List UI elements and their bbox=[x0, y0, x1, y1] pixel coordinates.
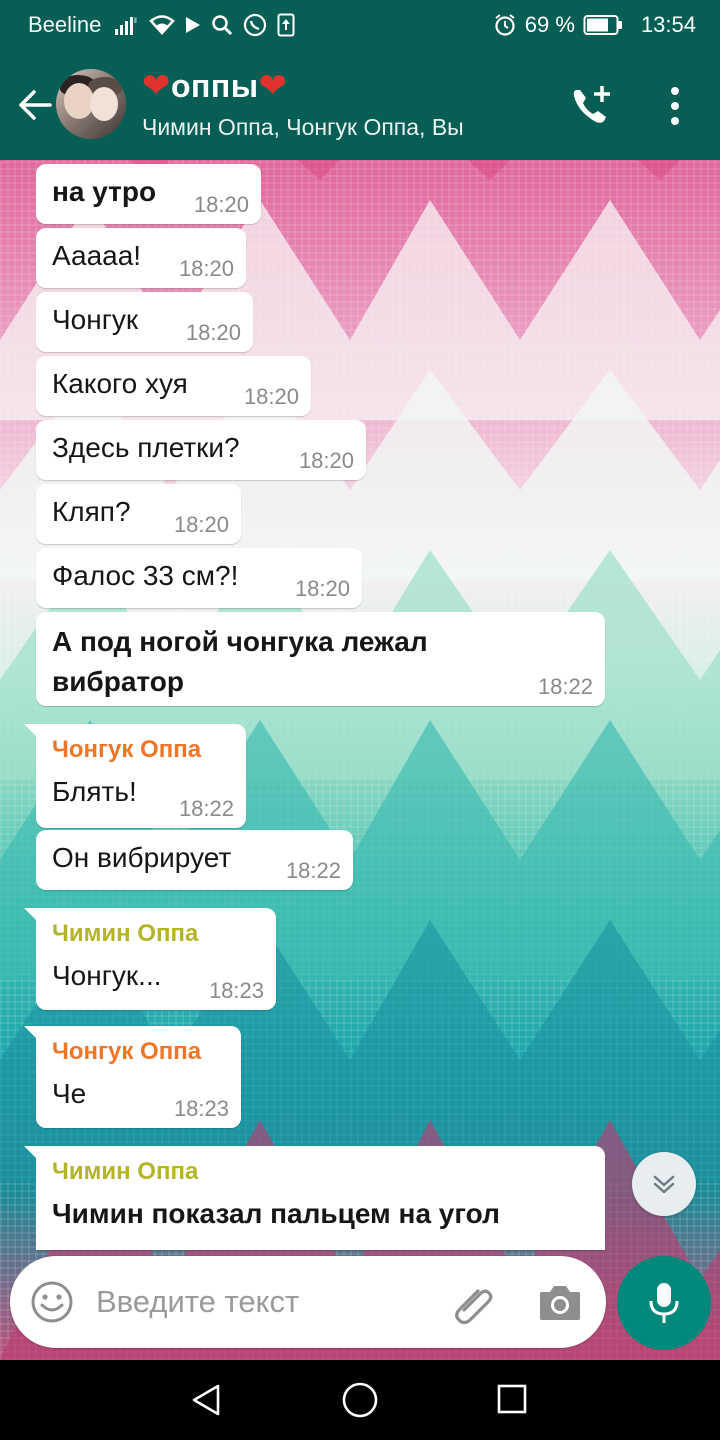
svg-text:‖: ‖ bbox=[134, 18, 137, 25]
message-time: 18:22 bbox=[285, 858, 341, 883]
emoji-icon[interactable] bbox=[30, 1280, 74, 1324]
sender-name[interactable]: Чонгук Оппа bbox=[52, 734, 230, 766]
message-time: 18:22 bbox=[537, 674, 593, 699]
message-text: Чимин показал пальцем на угол bbox=[52, 1198, 500, 1229]
search-icon bbox=[212, 15, 233, 36]
message-bubble[interactable]: Чимин Оппа Чимин показал пальцем на угол bbox=[24, 1146, 605, 1250]
message-bubble[interactable]: Чонгук 18:20 bbox=[36, 292, 253, 352]
message-time: 18:20 bbox=[178, 256, 234, 281]
add-call-icon[interactable] bbox=[566, 82, 616, 132]
bubble-tail bbox=[24, 1146, 38, 1160]
bubble-tail bbox=[24, 1026, 38, 1040]
message-time: 18:20 bbox=[294, 576, 350, 601]
alarm-icon bbox=[495, 14, 515, 36]
play-icon bbox=[186, 17, 201, 33]
sender-name[interactable]: Чонгук Оппа bbox=[52, 1036, 225, 1068]
status-time: 13:54 bbox=[640, 12, 696, 37]
heart-icon: ❤ bbox=[258, 67, 288, 105]
message-bubble[interactable]: Здесь плетки? 18:20 bbox=[36, 420, 366, 480]
nav-back-icon[interactable] bbox=[188, 1382, 224, 1418]
group-members[interactable]: Чимин Оппа, Чонгук Оппа, Вы bbox=[142, 114, 464, 141]
message-input[interactable]: Введите текст bbox=[96, 1284, 299, 1320]
group-title-text: оппы bbox=[171, 67, 259, 104]
sender-name[interactable]: Чимин Оппа bbox=[52, 1156, 589, 1188]
message-time: 18:23 bbox=[173, 1096, 229, 1121]
wifi-icon bbox=[149, 15, 176, 35]
sender-name[interactable]: Чимин Оппа bbox=[52, 918, 260, 950]
message-time: 18:20 bbox=[185, 320, 241, 345]
status-bar: Beeline ‖ 69 % 13:54 bbox=[0, 0, 720, 50]
message-bubble[interactable]: Кляп? 18:20 bbox=[36, 484, 241, 544]
nav-home-icon[interactable] bbox=[340, 1380, 380, 1420]
camera-icon[interactable] bbox=[538, 1282, 582, 1322]
upload-icon bbox=[277, 13, 295, 37]
message-bubble[interactable]: Ааааа! 18:20 bbox=[36, 228, 246, 288]
group-title[interactable]: ❤ оппы ❤ bbox=[142, 66, 288, 106]
message-bubble[interactable]: Чонгук Оппа Че 18:23 bbox=[24, 1026, 241, 1128]
whatsapp-icon bbox=[244, 13, 267, 37]
attach-icon[interactable] bbox=[450, 1280, 496, 1326]
message-bubble[interactable]: Чонгук Оппа Блять! 18:22 bbox=[24, 724, 246, 828]
double-chevron-down-icon bbox=[653, 1175, 675, 1194]
nav-recent-apps-icon[interactable] bbox=[496, 1383, 528, 1415]
signal-icon: ‖ bbox=[115, 17, 137, 35]
group-avatar[interactable] bbox=[56, 69, 126, 139]
message-time: 18:20 bbox=[298, 448, 354, 473]
message-bubble[interactable]: на утро 18:20 bbox=[36, 164, 261, 224]
message-time: 18:22 bbox=[178, 796, 234, 821]
bubble-tail bbox=[24, 724, 38, 738]
chat-header: ❤ оппы ❤ Чимин Оппа, Чонгук Оппа, Вы bbox=[0, 50, 720, 160]
message-time: 18:20 bbox=[173, 512, 229, 537]
bubble-tail bbox=[24, 908, 38, 922]
message-text: А под ногой чонгука лежал вибратор bbox=[52, 626, 428, 697]
message-time: 18:20 bbox=[193, 192, 249, 217]
message-bubble[interactable]: Чимин Оппа Чонгук... 18:23 bbox=[24, 908, 276, 1010]
battery-icon bbox=[583, 15, 622, 35]
system-nav-bar bbox=[0, 1360, 720, 1440]
heart-icon: ❤ bbox=[142, 67, 171, 105]
message-bubble[interactable]: А под ногой чонгука лежал вибратор 18:22 bbox=[36, 612, 605, 706]
message-input-bar[interactable]: Введите текст bbox=[10, 1256, 606, 1348]
back-arrow-icon[interactable] bbox=[14, 85, 54, 125]
message-time: 18:20 bbox=[243, 384, 299, 409]
message-bubble[interactable]: Фалос 33 см?! 18:20 bbox=[36, 548, 362, 608]
message-bubble[interactable]: Он вибрирует 18:22 bbox=[36, 830, 353, 890]
carrier-name: Beeline bbox=[28, 12, 102, 37]
message-time: 18:23 bbox=[208, 978, 264, 1003]
scroll-to-bottom-button[interactable] bbox=[632, 1152, 696, 1216]
chat-area[interactable]: на утро 18:20 Ааааа! 18:20 Чонгук 18:20 … bbox=[0, 160, 720, 1360]
battery-percent: 69 % bbox=[524, 12, 575, 37]
message-bubble[interactable]: Какого хуя 18:20 bbox=[36, 356, 311, 416]
more-options-icon[interactable] bbox=[660, 84, 690, 128]
microphone-icon bbox=[649, 1283, 679, 1323]
voice-message-button[interactable] bbox=[617, 1256, 711, 1350]
